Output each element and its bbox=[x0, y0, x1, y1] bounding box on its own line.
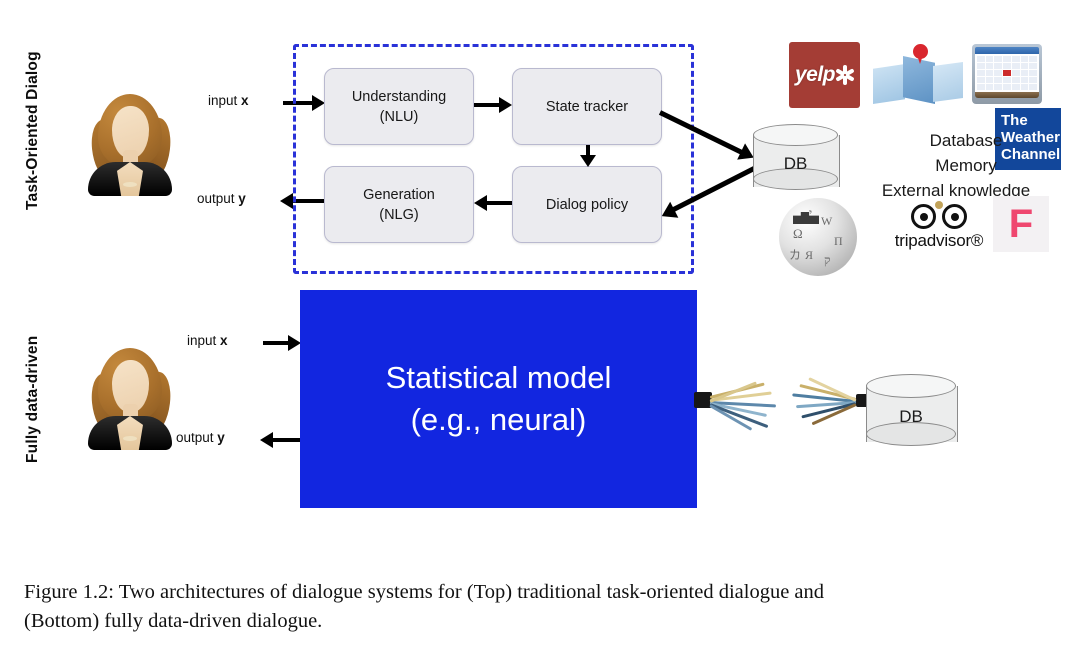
arrow-shaft bbox=[486, 201, 512, 205]
input-label-bottom: input x bbox=[187, 333, 228, 348]
wiki-glyph-pi: Π bbox=[834, 234, 843, 248]
state-tracker-line1: State tracker bbox=[545, 98, 629, 115]
statistical-model-text: Statistical model (e.g., neural) bbox=[386, 357, 612, 441]
wiki-glyph-w: W bbox=[821, 214, 833, 228]
model-line2: (e.g., neural) bbox=[410, 402, 587, 437]
figure-canvas: Task-Oriented Dialog Fully data-driven i… bbox=[0, 0, 1080, 560]
output-label-top-text: output bbox=[197, 191, 239, 206]
map-panel-3 bbox=[933, 62, 963, 102]
nlg-line1: Generation bbox=[363, 186, 435, 203]
wiki-glyph-k: カ bbox=[789, 248, 802, 262]
output-var-bottom: y bbox=[217, 430, 225, 445]
user-avatar-bottom bbox=[84, 346, 176, 450]
input-label-top: input x bbox=[208, 93, 249, 108]
arrow-head bbox=[280, 193, 293, 209]
dialog-policy-line1: Dialog policy bbox=[545, 196, 629, 213]
box-dialog-policy[interactable]: Dialog policy bbox=[512, 166, 662, 243]
db-label-top: DB bbox=[783, 154, 808, 173]
caption-line-1: Figure 1.2: Two architectures of dialogu… bbox=[24, 581, 825, 603]
arrow-head bbox=[260, 432, 273, 448]
calendar-base bbox=[975, 92, 1039, 98]
box-state-tracker-text: State tracker bbox=[546, 97, 628, 117]
db-cylinder-top: DB bbox=[753, 124, 840, 200]
calendar-icon[interactable] bbox=[972, 44, 1042, 104]
wikipedia-logo[interactable]: Ω W Π Я ק カ י bbox=[779, 198, 857, 276]
map-icon[interactable] bbox=[873, 44, 963, 108]
input-var-top: x bbox=[241, 93, 249, 108]
yelp-logo[interactable]: yelp bbox=[789, 42, 860, 108]
figure-caption: Figure 1.2: Two architectures of dialogu… bbox=[24, 578, 1060, 636]
input-var-bottom: x bbox=[220, 333, 228, 348]
avatar-necklace bbox=[123, 182, 137, 187]
arrow-shaft bbox=[474, 103, 500, 107]
foursquare-logo[interactable]: F bbox=[993, 196, 1049, 252]
map-pin-icon bbox=[913, 44, 928, 64]
arrow-head bbox=[580, 155, 596, 167]
wiki-glyph-a: Я bbox=[805, 248, 814, 262]
input-label-top-text: input bbox=[208, 93, 242, 108]
knowledge-text-block: Database Memory External knowledge bbox=[882, 128, 1044, 203]
arrow-shaft bbox=[273, 438, 301, 442]
calendar-header bbox=[975, 47, 1039, 54]
tripadvisor-owl-icon bbox=[911, 201, 967, 230]
nlu-line2: (NLU) bbox=[379, 108, 419, 125]
model-line1: Statistical model bbox=[385, 360, 612, 396]
wiki-puzzle-gap bbox=[793, 212, 819, 224]
wire bbox=[709, 381, 757, 403]
wiki-glyph-h: ק bbox=[824, 253, 831, 267]
user-avatar-top bbox=[84, 92, 176, 196]
box-generation-nlg[interactable]: Generation (NLG) bbox=[324, 166, 474, 243]
output-label-bottom-text: output bbox=[176, 430, 218, 445]
row-label-task-oriented: Task-Oriented Dialog bbox=[24, 51, 41, 211]
output-label-top: output y bbox=[197, 191, 246, 206]
tripadvisor-logo[interactable]: tripadvisor® bbox=[884, 201, 994, 258]
nlg-line2: (NLG) bbox=[379, 206, 419, 223]
owl-beak bbox=[935, 201, 943, 209]
input-label-bottom-text: input bbox=[187, 333, 221, 348]
calendar-grid bbox=[975, 54, 1039, 92]
box-understanding-nlu-text: Understanding (NLU) bbox=[352, 87, 446, 127]
yelp-burst-icon bbox=[835, 65, 855, 85]
owl-eye-left bbox=[911, 204, 936, 229]
owl-eye-right bbox=[942, 204, 967, 229]
wiki-glyph-omega: Ω bbox=[793, 226, 803, 241]
db-top-ellipse bbox=[753, 124, 838, 146]
map-panel-1 bbox=[873, 64, 905, 104]
db-cylinder-bottom: DB bbox=[866, 374, 958, 456]
caption-line-2: (Bottom) fully data-driven dialogue. bbox=[24, 610, 323, 633]
knowledge-line-memory: Memory bbox=[935, 156, 997, 176]
db-top-ellipse bbox=[866, 374, 956, 398]
box-understanding-nlu[interactable]: Understanding (NLU) bbox=[324, 68, 474, 145]
db-label-bottom: DB bbox=[899, 407, 923, 426]
output-var-top: y bbox=[238, 191, 246, 206]
cable-bundle bbox=[694, 370, 874, 434]
knowledge-line-database: Database bbox=[929, 131, 1003, 150]
nlu-line1: Understanding bbox=[351, 88, 447, 105]
arrow-shaft bbox=[263, 341, 289, 345]
row-label-fully-data-driven: Fully data-driven bbox=[24, 335, 41, 463]
avatar-necklace bbox=[123, 436, 137, 441]
tripadvisor-wordmark: tripadvisor® bbox=[894, 231, 984, 250]
output-label-bottom: output y bbox=[176, 430, 225, 445]
foursquare-glyph: F bbox=[1008, 202, 1034, 246]
yelp-wordmark: yelp bbox=[794, 63, 836, 86]
arrow-head bbox=[474, 195, 487, 211]
arrow-head bbox=[499, 97, 512, 113]
box-state-tracker[interactable]: State tracker bbox=[512, 68, 662, 145]
box-dialog-policy-text: Dialog policy bbox=[546, 195, 628, 215]
statistical-model-box[interactable]: Statistical model (e.g., neural) bbox=[300, 290, 697, 508]
box-generation-nlg-text: Generation (NLG) bbox=[363, 185, 435, 225]
